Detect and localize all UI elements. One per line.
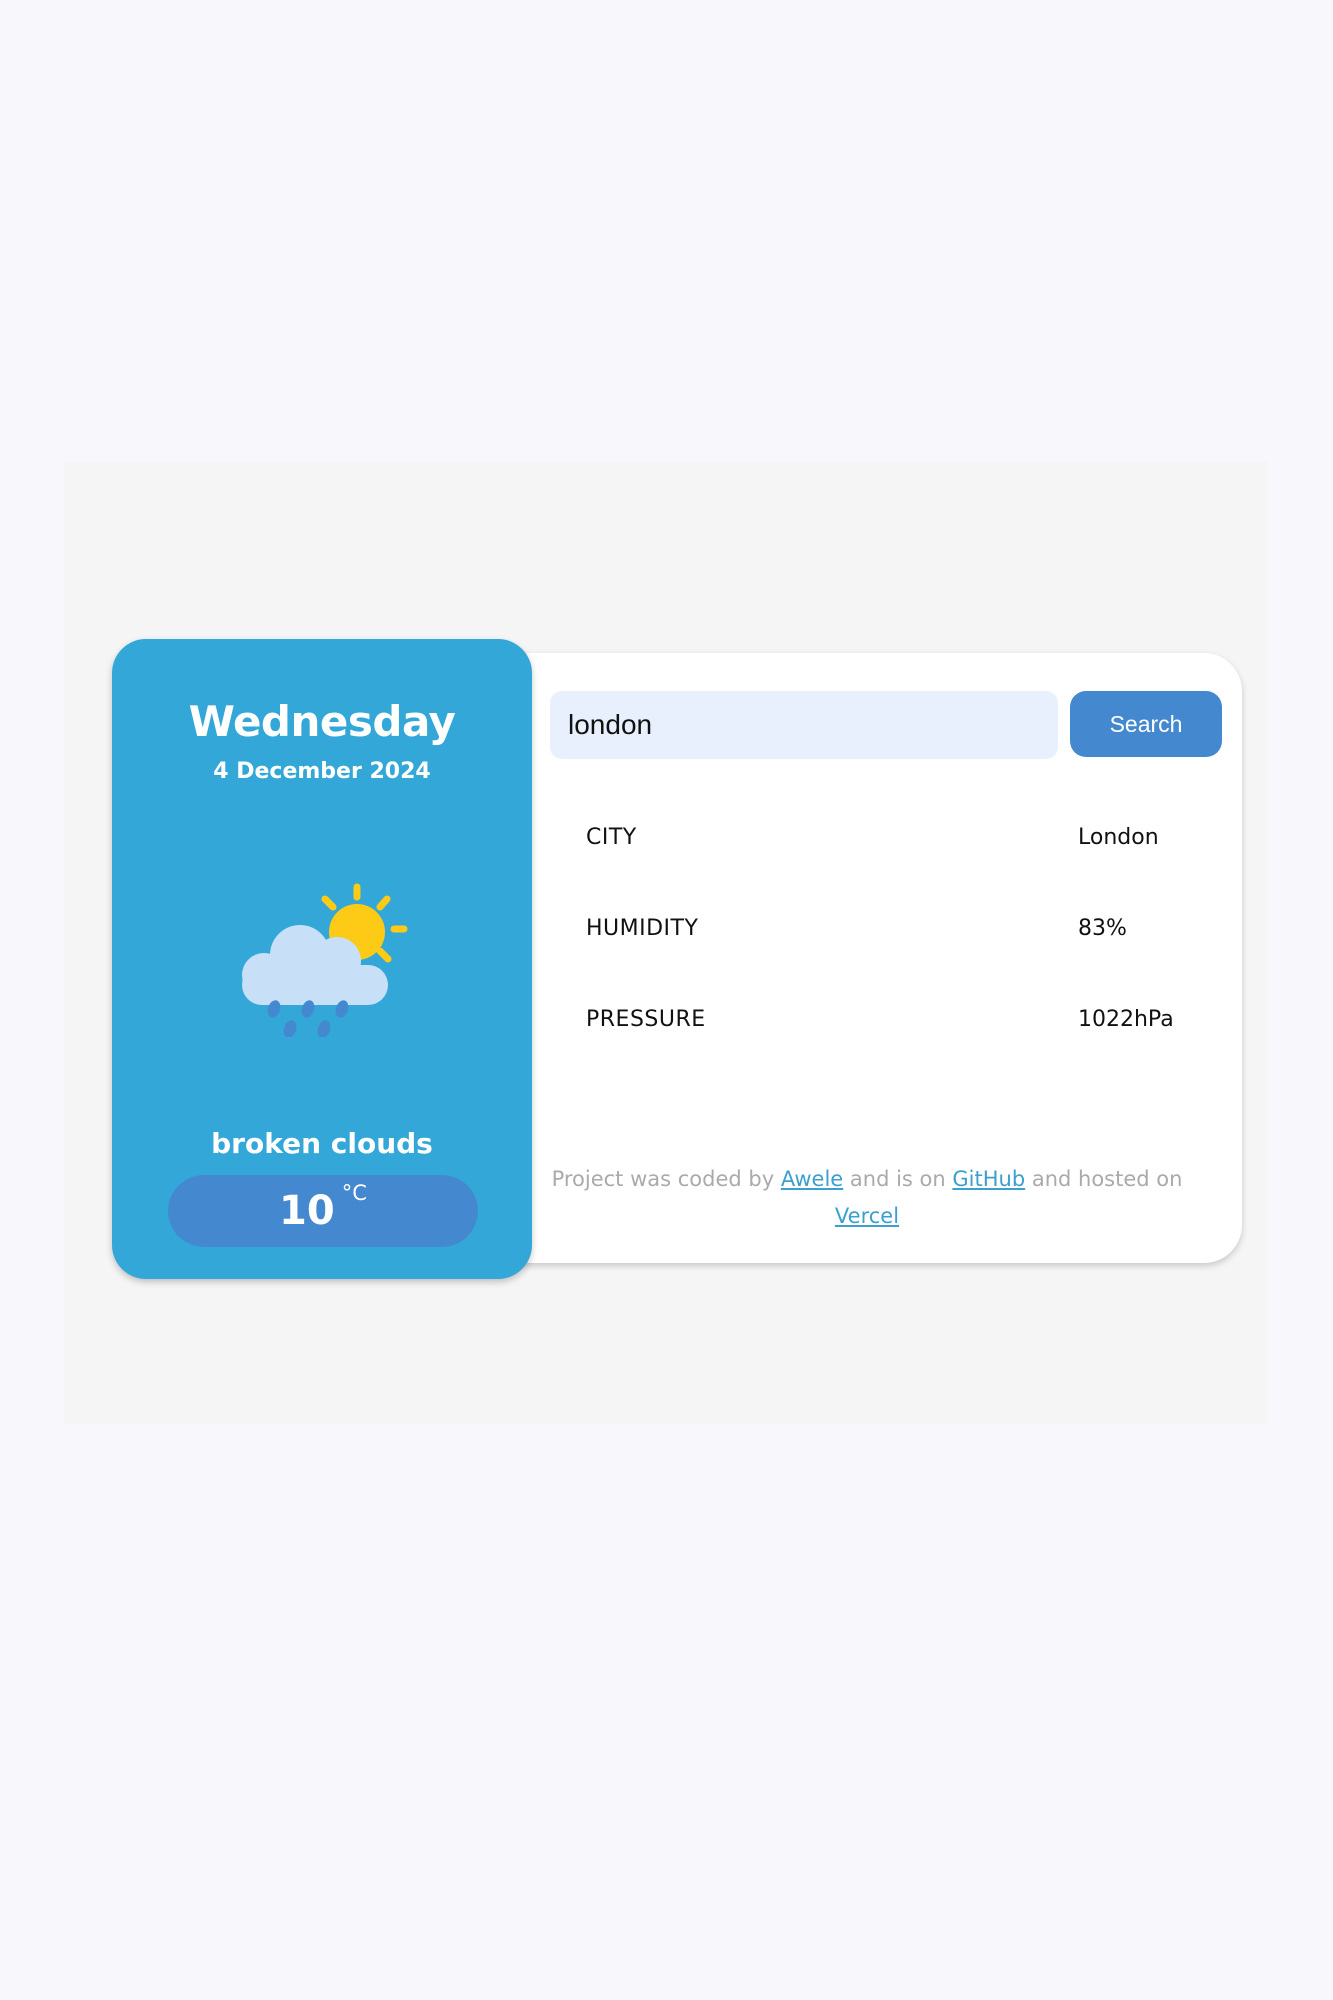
stat-row-humidity: HUMIDITY 83% [586,916,1226,956]
pressure-label: PRESSURE [586,1007,706,1032]
city-search-input[interactable] [550,691,1058,759]
weather-panel: Wednesday 4 December 2024 broken clouds … [112,639,532,1279]
footer-text: and is on [843,1167,953,1191]
cloud-sun-rain-icon [242,883,408,1037]
info-card: Search CITY London HUMIDITY 83% PRESSURE… [492,653,1242,1263]
city-value: London [1078,825,1159,850]
temperature-badge: 10 °C [168,1175,478,1247]
vercel-link[interactable]: Vercel [835,1204,899,1228]
date-subtitle: 4 December 2024 [213,759,431,784]
pressure-value: 1022hPa [1078,1007,1174,1032]
footer-text: Project was coded by [551,1167,781,1191]
footer-text: and hosted on [1025,1167,1183,1191]
humidity-label: HUMIDITY [586,916,699,941]
footer-credits: Project was coded by Awele and is on Git… [492,1161,1242,1235]
humidity-value: 83% [1078,916,1127,941]
github-link[interactable]: GitHub [952,1167,1025,1191]
stat-row-city: CITY London [586,825,1226,865]
stat-row-pressure: PRESSURE 1022hPa [586,1007,1226,1047]
search-button[interactable]: Search [1070,691,1222,757]
weather-description: broken clouds [211,1127,433,1160]
temperature-value: 10 [279,1188,335,1234]
day-title: Wednesday [188,697,456,746]
temperature-unit: °C [341,1181,367,1205]
author-link[interactable]: Awele [781,1167,843,1191]
city-label: CITY [586,825,637,850]
